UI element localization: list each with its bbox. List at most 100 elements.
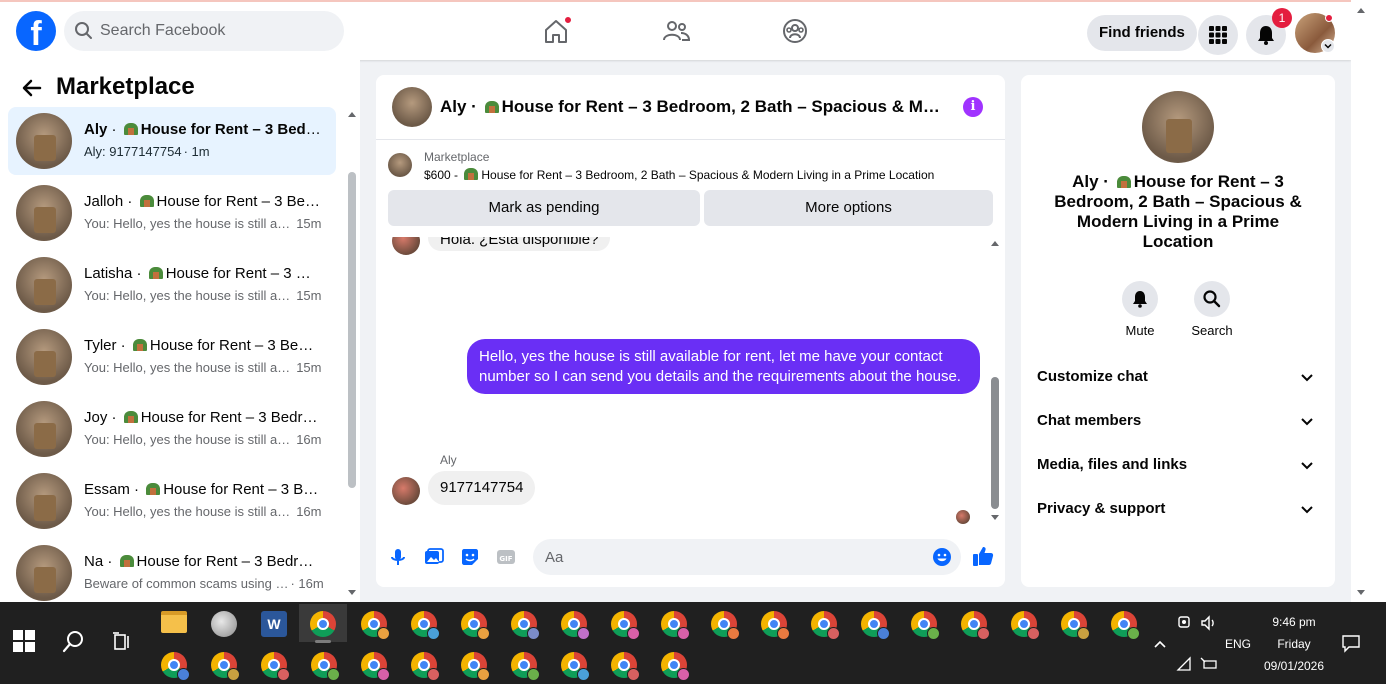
gif-icon[interactable]: GIF	[496, 547, 516, 567]
chrome-profile-icon[interactable]	[561, 611, 590, 640]
chrome-profile-icon[interactable]	[1061, 611, 1090, 640]
info-name-prefix: Aly ·	[1072, 172, 1109, 191]
chrome-profile-icon[interactable]	[711, 611, 740, 640]
chrome-profile-icon[interactable]	[261, 652, 290, 681]
chrome-profile-icon[interactable]	[561, 652, 590, 681]
chrome-profile-icon[interactable]	[861, 611, 890, 640]
privacy-support-section[interactable]: Privacy & support	[1029, 487, 1327, 531]
battery-icon[interactable]	[1200, 656, 1218, 672]
chrome-profile-icon[interactable]	[411, 652, 440, 681]
file-explorer-icon[interactable]	[161, 611, 187, 633]
menu-button[interactable]	[1198, 15, 1238, 55]
chrome-profile-icon[interactable]	[661, 611, 690, 640]
conversation-item[interactable]: Jalloh · House for Rent – 3 Be… You: Hel…	[8, 179, 336, 247]
search-bar[interactable]	[64, 11, 344, 51]
scroll-up-arrow-icon[interactable]	[991, 241, 999, 246]
chrome-profile-icon[interactable]	[311, 652, 340, 681]
windows-start-icon[interactable]	[13, 630, 35, 652]
search-icon[interactable]	[61, 630, 85, 654]
chat-members-section[interactable]: Chat members	[1029, 399, 1327, 443]
chrome-profile-icon[interactable]	[461, 611, 490, 640]
chrome-profile-icon[interactable]	[661, 652, 690, 681]
more-options-button[interactable]: More options	[704, 190, 993, 226]
chevron-up-icon[interactable]	[1152, 636, 1168, 652]
page-scrollbar[interactable]	[1351, 0, 1386, 602]
scroll-down-arrow-icon[interactable]	[1357, 590, 1365, 595]
chrome-profile-icon[interactable]	[811, 611, 840, 640]
facebook-logo[interactable]: f	[16, 11, 56, 51]
chrome-profile-icon[interactable]	[511, 611, 540, 640]
friends-icon[interactable]	[661, 16, 691, 46]
task-view-icon[interactable]	[111, 631, 133, 653]
listing-summary[interactable]: $600 - House for Rent – 3 Bedroom, 2 Bat…	[424, 168, 994, 182]
webcam-icon[interactable]	[1176, 614, 1194, 632]
wifi-icon[interactable]	[1176, 656, 1192, 672]
word-icon[interactable]: W	[261, 611, 287, 637]
message-input-wrapper[interactable]	[533, 539, 961, 575]
house-icon	[464, 168, 479, 180]
sender-avatar	[392, 237, 420, 255]
clock-time[interactable]: 9:46 pm	[1262, 615, 1326, 629]
conversation-item[interactable]: Na · House for Rent – 3 Bedr… Beware of …	[8, 539, 336, 607]
chat-title[interactable]: Aly · House for Rent – 3 Bedroom, 2 Bath…	[440, 97, 950, 117]
chevron-down-icon	[1301, 462, 1313, 470]
scrollbar-thumb[interactable]	[348, 172, 356, 488]
scroll-down-arrow-icon[interactable]	[348, 590, 356, 595]
scroll-down-arrow-icon[interactable]	[991, 515, 999, 520]
section-title: Privacy & support	[1037, 500, 1166, 517]
chrome-profile-icon[interactable]	[361, 652, 390, 681]
sticker-icon[interactable]	[460, 547, 480, 567]
avatar[interactable]	[392, 87, 432, 127]
chrome-profile-icon[interactable]	[761, 611, 790, 640]
photo-icon[interactable]	[424, 547, 444, 567]
chrome-profile-icon[interactable]	[411, 611, 440, 640]
clock-day[interactable]: Friday	[1262, 637, 1326, 651]
conversation-item[interactable]: Essam · House for Rent – 3 B… You: Hello…	[8, 467, 336, 535]
chrome-icon[interactable]	[310, 611, 336, 637]
chrome-profile-icon[interactable]	[1111, 611, 1140, 640]
find-friends-button[interactable]: Find friends	[1087, 15, 1197, 51]
media-files-links-section[interactable]: Media, files and links	[1029, 443, 1327, 487]
conversation-avatar[interactable]	[1142, 91, 1214, 163]
conversation-item[interactable]: Tyler · House for Rent – 3 Be… You: Hell…	[8, 323, 336, 391]
conversation-list-scrollbar[interactable]	[348, 108, 356, 598]
chrome-profile-icon[interactable]	[461, 652, 490, 681]
chrome-profile-icon[interactable]	[211, 652, 240, 681]
message-thread-scrollbar[interactable]	[990, 241, 1000, 521]
chrome-profile-icon[interactable]	[911, 611, 940, 640]
scroll-up-arrow-icon[interactable]	[1357, 8, 1365, 13]
chrome-profile-icon[interactable]	[1011, 611, 1040, 640]
conversation-item[interactable]: Latisha · House for Rent – 3 … You: Hell…	[8, 251, 336, 319]
emoji-icon[interactable]	[932, 547, 952, 567]
search-action[interactable]: Search	[1182, 281, 1242, 338]
notification-center-icon[interactable]	[1341, 633, 1361, 653]
chrome-profile-icon[interactable]	[361, 611, 390, 640]
paint-icon[interactable]	[211, 611, 237, 637]
account-caret-button[interactable]	[1321, 39, 1335, 53]
language-indicator[interactable]: ENG	[1222, 637, 1254, 651]
conversation-listing: House for Rent – 3 Be…	[156, 193, 320, 210]
listing-thumbnail[interactable]	[388, 153, 412, 177]
message-input[interactable]	[545, 539, 915, 575]
thumbs-up-icon[interactable]	[972, 545, 994, 567]
chrome-profile-icon[interactable]	[611, 652, 640, 681]
clock-date[interactable]: 09/01/2026	[1256, 659, 1332, 673]
groups-icon[interactable]	[780, 16, 810, 46]
info-icon[interactable]: i	[963, 97, 983, 117]
scroll-up-arrow-icon[interactable]	[348, 112, 356, 117]
conversation-item[interactable]: Aly · House for Rent – 3 Bedr… Aly: 9177…	[8, 107, 336, 175]
chrome-profile-icon[interactable]	[511, 652, 540, 681]
scrollbar-thumb[interactable]	[991, 377, 999, 509]
customize-chat-section[interactable]: Customize chat	[1029, 355, 1327, 399]
chrome-profile-icon[interactable]	[611, 611, 640, 640]
conversation-item[interactable]: Joy · House for Rent – 3 Bedr… You: Hell…	[8, 395, 336, 463]
search-label: Search	[1191, 323, 1233, 338]
back-arrow-icon[interactable]	[20, 76, 44, 100]
chrome-profile-icon[interactable]	[961, 611, 990, 640]
chrome-profile-icon[interactable]	[161, 652, 190, 681]
microphone-icon[interactable]	[388, 547, 408, 567]
volume-icon[interactable]	[1200, 614, 1218, 632]
mute-action[interactable]: Mute	[1110, 281, 1170, 338]
mark-as-pending-button[interactable]: Mark as pending	[388, 190, 700, 226]
search-input[interactable]	[100, 11, 330, 51]
